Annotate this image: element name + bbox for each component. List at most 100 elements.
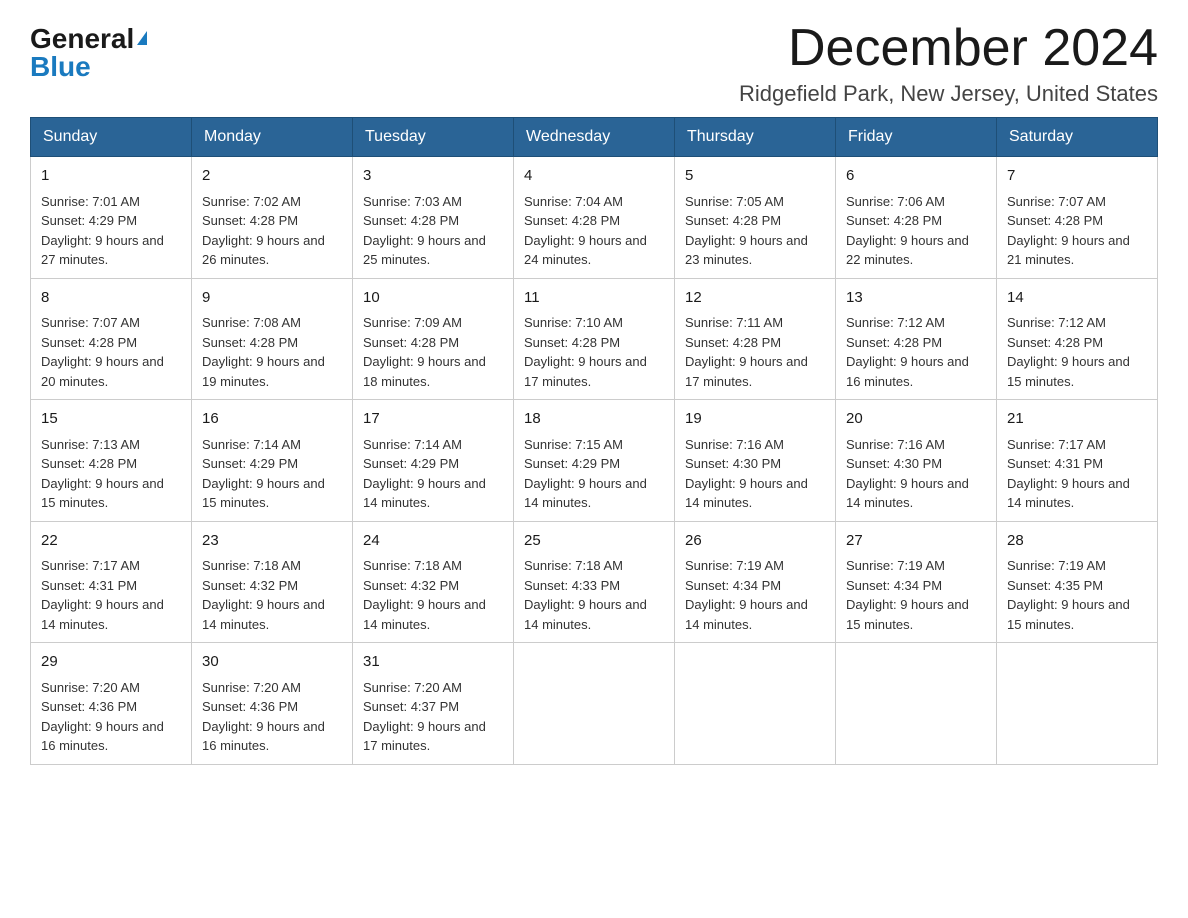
sunset-text: Sunset: 4:31 PM <box>1007 456 1103 471</box>
sunset-text: Sunset: 4:33 PM <box>524 578 620 593</box>
sunrise-text: Sunrise: 7:19 AM <box>685 558 784 573</box>
sunset-text: Sunset: 4:29 PM <box>363 456 459 471</box>
daylight-text: Daylight: 9 hours and 19 minutes. <box>202 354 325 389</box>
sunset-text: Sunset: 4:30 PM <box>685 456 781 471</box>
calendar-cell: 9Sunrise: 7:08 AMSunset: 4:28 PMDaylight… <box>192 278 353 400</box>
daylight-text: Daylight: 9 hours and 16 minutes. <box>41 719 164 754</box>
sunset-text: Sunset: 4:30 PM <box>846 456 942 471</box>
daylight-text: Daylight: 9 hours and 14 minutes. <box>524 597 647 632</box>
daylight-text: Daylight: 9 hours and 27 minutes. <box>41 233 164 268</box>
sunrise-text: Sunrise: 7:11 AM <box>685 315 783 330</box>
weekday-header-saturday: Saturday <box>997 118 1158 157</box>
logo-general: General <box>30 25 134 53</box>
day-number: 3 <box>363 165 503 188</box>
calendar-cell: 30Sunrise: 7:20 AMSunset: 4:36 PMDayligh… <box>192 643 353 765</box>
day-number: 18 <box>524 408 664 431</box>
day-number: 19 <box>685 408 825 431</box>
calendar-cell: 7Sunrise: 7:07 AMSunset: 4:28 PMDaylight… <box>997 157 1158 279</box>
weekday-header-friday: Friday <box>836 118 997 157</box>
day-number: 27 <box>846 530 986 553</box>
calendar-cell: 18Sunrise: 7:15 AMSunset: 4:29 PMDayligh… <box>514 400 675 522</box>
daylight-text: Daylight: 9 hours and 15 minutes. <box>202 476 325 511</box>
logo: General Blue <box>30 20 147 81</box>
weekday-header-thursday: Thursday <box>675 118 836 157</box>
calendar-cell: 8Sunrise: 7:07 AMSunset: 4:28 PMDaylight… <box>31 278 192 400</box>
day-number: 22 <box>41 530 181 553</box>
daylight-text: Daylight: 9 hours and 16 minutes. <box>202 719 325 754</box>
calendar-cell: 28Sunrise: 7:19 AMSunset: 4:35 PMDayligh… <box>997 521 1158 643</box>
calendar-cell: 31Sunrise: 7:20 AMSunset: 4:37 PMDayligh… <box>353 643 514 765</box>
title-section: December 2024 Ridgefield Park, New Jerse… <box>739 20 1158 107</box>
sunset-text: Sunset: 4:32 PM <box>202 578 298 593</box>
daylight-text: Daylight: 9 hours and 14 minutes. <box>685 476 808 511</box>
daylight-text: Daylight: 9 hours and 20 minutes. <box>41 354 164 389</box>
day-number: 11 <box>524 287 664 310</box>
daylight-text: Daylight: 9 hours and 17 minutes. <box>363 719 486 754</box>
day-number: 24 <box>363 530 503 553</box>
sunrise-text: Sunrise: 7:15 AM <box>524 437 623 452</box>
sunrise-text: Sunrise: 7:16 AM <box>846 437 945 452</box>
sunrise-text: Sunrise: 7:20 AM <box>41 680 140 695</box>
sunset-text: Sunset: 4:28 PM <box>363 335 459 350</box>
week-row-5: 29Sunrise: 7:20 AMSunset: 4:36 PMDayligh… <box>31 643 1158 765</box>
day-number: 1 <box>41 165 181 188</box>
sunrise-text: Sunrise: 7:14 AM <box>363 437 462 452</box>
day-number: 16 <box>202 408 342 431</box>
calendar-cell: 3 Sunrise: 7:03 AM Sunset: 4:28 PM Daylight… <box>353 157 514 279</box>
sunrise-text: Sunrise: 7:16 AM <box>685 437 784 452</box>
sunrise-text: Sunrise: 7:12 AM <box>1007 315 1106 330</box>
calendar-cell: 17Sunrise: 7:14 AMSunset: 4:29 PMDayligh… <box>353 400 514 522</box>
week-row-4: 22Sunrise: 7:17 AMSunset: 4:31 PMDayligh… <box>31 521 1158 643</box>
day-number: 4 <box>524 165 664 188</box>
sunrise-text: Sunrise: 7:06 AM <box>846 194 945 209</box>
sunset-text: Sunset: 4:36 PM <box>202 699 298 714</box>
sunset-text: Sunset: 4:28 PM <box>202 213 298 228</box>
sunset-text: Sunset: 4:28 PM <box>363 213 459 228</box>
day-number: 30 <box>202 651 342 674</box>
sunrise-text: Sunrise: 7:07 AM <box>41 315 140 330</box>
sunrise-text: Sunrise: 7:01 AM <box>41 194 140 209</box>
weekday-header-wednesday: Wednesday <box>514 118 675 157</box>
sunrise-text: Sunrise: 7:18 AM <box>202 558 301 573</box>
calendar-cell: 26Sunrise: 7:19 AMSunset: 4:34 PMDayligh… <box>675 521 836 643</box>
week-row-2: 8Sunrise: 7:07 AMSunset: 4:28 PMDaylight… <box>31 278 1158 400</box>
daylight-text: Daylight: 9 hours and 26 minutes. <box>202 233 325 268</box>
week-row-3: 15Sunrise: 7:13 AMSunset: 4:28 PMDayligh… <box>31 400 1158 522</box>
daylight-text: Daylight: 9 hours and 14 minutes. <box>846 476 969 511</box>
day-number: 2 <box>202 165 342 188</box>
calendar-cell: 15Sunrise: 7:13 AMSunset: 4:28 PMDayligh… <box>31 400 192 522</box>
daylight-text: Daylight: 9 hours and 25 minutes. <box>363 233 486 268</box>
daylight-text: Daylight: 9 hours and 24 minutes. <box>524 233 647 268</box>
sunrise-text: Sunrise: 7:13 AM <box>41 437 140 452</box>
sunset-text: Sunset: 4:29 PM <box>524 456 620 471</box>
daylight-text: Daylight: 9 hours and 15 minutes. <box>1007 597 1130 632</box>
daylight-text: Daylight: 9 hours and 14 minutes. <box>363 597 486 632</box>
sunrise-text: Sunrise: 7:03 AM <box>363 194 462 209</box>
sunrise-text: Sunrise: 7:09 AM <box>363 315 462 330</box>
day-number: 31 <box>363 651 503 674</box>
calendar-cell: 29Sunrise: 7:20 AMSunset: 4:36 PMDayligh… <box>31 643 192 765</box>
calendar-header-row: SundayMondayTuesdayWednesdayThursdayFrid… <box>31 118 1158 157</box>
sunset-text: Sunset: 4:28 PM <box>524 213 620 228</box>
calendar-cell: 11Sunrise: 7:10 AMSunset: 4:28 PMDayligh… <box>514 278 675 400</box>
sunrise-text: Sunrise: 7:18 AM <box>363 558 462 573</box>
sunrise-text: Sunrise: 7:20 AM <box>363 680 462 695</box>
calendar-cell: 5Sunrise: 7:05 AMSunset: 4:28 PMDaylight… <box>675 157 836 279</box>
calendar-cell: 1 Sunrise: 7:01 AM Sunset: 4:29 PM Daylight… <box>31 157 192 279</box>
weekday-header-sunday: Sunday <box>31 118 192 157</box>
sunrise-text: Sunrise: 7:19 AM <box>1007 558 1106 573</box>
logo-blue: Blue <box>30 53 91 81</box>
day-number: 25 <box>524 530 664 553</box>
calendar-cell <box>675 643 836 765</box>
sunrise-text: Sunrise: 7:02 AM <box>202 194 301 209</box>
day-number: 10 <box>363 287 503 310</box>
week-row-1: 1 Sunrise: 7:01 AM Sunset: 4:29 PM Daylight… <box>31 157 1158 279</box>
sunrise-text: Sunrise: 7:12 AM <box>846 315 945 330</box>
calendar-cell: 24Sunrise: 7:18 AMSunset: 4:32 PMDayligh… <box>353 521 514 643</box>
calendar-cell: 22Sunrise: 7:17 AMSunset: 4:31 PMDayligh… <box>31 521 192 643</box>
daylight-text: Daylight: 9 hours and 16 minutes. <box>846 354 969 389</box>
sunset-text: Sunset: 4:29 PM <box>41 213 137 228</box>
day-number: 17 <box>363 408 503 431</box>
calendar-cell <box>997 643 1158 765</box>
sunset-text: Sunset: 4:28 PM <box>846 335 942 350</box>
